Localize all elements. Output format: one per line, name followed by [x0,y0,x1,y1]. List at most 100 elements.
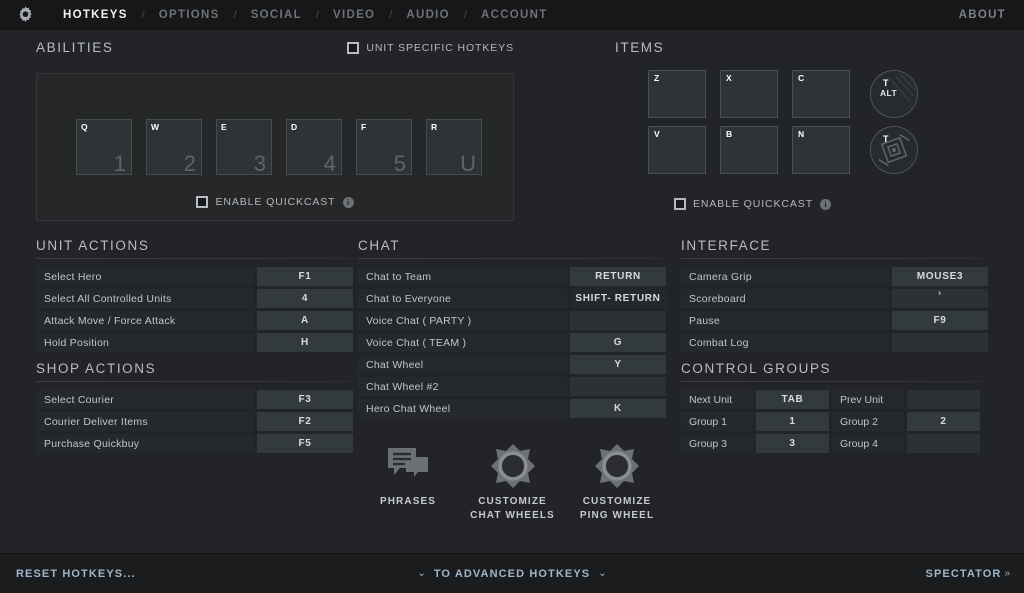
to-advanced-hotkeys-button[interactable]: ⌄ TO ADVANCED HOTKEYS ⌄ [417,568,606,580]
hotkey-key-button[interactable]: MOUSE3 [892,267,988,286]
hotkey-key-button[interactable]: SHIFT- RETURN [570,289,666,308]
chat-title: CHAT [358,238,666,253]
item-slot-key: V [654,129,660,139]
ability-slot[interactable]: R U [426,119,482,175]
ability-slot[interactable]: D 4 [286,119,342,175]
ability-slot[interactable]: E 3 [216,119,272,175]
ability-slot-key: W [151,122,159,132]
chevron-right-icon: » [1004,568,1010,579]
spectator-button[interactable]: SPECTATOR » [926,568,1010,580]
hotkey-action-label[interactable]: Purchase Quickbuy [36,434,254,453]
table-row: Select Courier F3 [36,390,353,409]
nav-item-account[interactable]: ACCOUNT [468,9,561,21]
nav-item-options[interactable]: OPTIONS [146,9,233,21]
bottom-bar: RESET HOTKEYS... ⌄ TO ADVANCED HOTKEYS ⌄… [0,553,1024,593]
hotkey-key-button[interactable]: TAB [756,390,829,409]
ability-slot[interactable]: W 2 [146,119,202,175]
about-link[interactable]: ABOUT [959,9,1010,21]
hotkey-key-button[interactable]: F9 [892,311,988,330]
hotkey-action-label[interactable]: Group 4 [832,434,904,453]
hotkey-action-label[interactable]: Voice Chat ( PARTY ) [358,311,567,330]
nav-item-video[interactable]: VIDEO [320,9,388,21]
hotkey-action-label[interactable]: Select Courier [36,390,254,409]
hotkey-key-button[interactable]: H [257,333,353,352]
hotkey-action-label[interactable]: Scoreboard [681,289,889,308]
item-slot[interactable]: Z [648,70,706,118]
hotkey-key-button[interactable]: K [570,399,666,418]
unit-specific-hotkeys-checkbox[interactable]: UNIT SPECIFIC HOTKEYS [347,42,514,54]
phrases-button[interactable]: PHRASES [360,443,456,522]
hotkey-action-label[interactable]: Hero Chat Wheel [358,399,567,418]
table-row: Select All Controlled Units 4 [36,289,353,308]
ability-slot-number: U [460,153,476,175]
hotkey-key-button[interactable]: 3 [756,434,829,453]
hotkey-action-label[interactable]: Attack Move / Force Attack [36,311,254,330]
hotkey-action-label[interactable]: Chat to Team [358,267,567,286]
item-slot[interactable]: X [720,70,778,118]
nav-item-audio[interactable]: AUDIO [393,9,463,21]
hotkey-key-button[interactable] [907,390,980,409]
tp-scroll-slot[interactable]: T [870,126,918,174]
abilities-enable-quickcast-checkbox[interactable]: ENABLE QUICKCAST i [196,196,353,208]
divider [681,258,988,259]
checkbox-box[interactable] [347,42,359,54]
alt-modifier-slot[interactable]: T ALT [870,70,918,118]
hotkey-action-label[interactable]: Chat Wheel [358,355,567,374]
info-icon[interactable]: i [343,197,354,208]
items-enable-quickcast-checkbox[interactable]: ENABLE QUICKCAST i [674,198,831,210]
hotkey-key-button[interactable]: F3 [257,390,353,409]
nav-item-social[interactable]: SOCIAL [238,9,315,21]
gear-icon[interactable] [14,4,36,26]
hotkey-action-label[interactable]: Select All Controlled Units [36,289,254,308]
hotkey-action-label[interactable]: Camera Grip [681,267,889,286]
table-row: Next Unit TAB Prev Unit [681,390,988,409]
hotkey-key-button[interactable]: 4 [257,289,353,308]
item-slot[interactable]: N [792,126,850,174]
reset-hotkeys-button[interactable]: RESET HOTKEYS... [16,568,136,580]
hotkey-action-label[interactable]: Hold Position [36,333,254,352]
hotkey-key-button[interactable] [892,333,988,352]
checkbox-box[interactable] [196,196,208,208]
hotkey-key-button[interactable] [907,434,980,453]
customize-chat-wheels-button[interactable]: CUSTOMIZECHAT WHEELS [465,443,561,522]
hotkey-action-label[interactable]: Voice Chat ( TEAM ) [358,333,567,352]
checkbox-box[interactable] [674,198,686,210]
abilities-quickcast-row: ENABLE QUICKCAST i [37,196,513,208]
table-row: Hold Position H [36,333,353,352]
hotkey-key-button[interactable]: G [570,333,666,352]
hotkey-key-button[interactable]: 2 [907,412,980,431]
hotkey-key-button[interactable]: A [257,311,353,330]
hotkey-key-button[interactable] [570,311,666,330]
control-groups-title: CONTROL GROUPS [681,361,988,376]
hotkey-key-button[interactable] [570,377,666,396]
hotkey-action-label[interactable]: Chat to Everyone [358,289,567,308]
hotkey-action-label[interactable]: Group 3 [681,434,753,453]
hotkey-action-label[interactable]: Group 1 [681,412,753,431]
ability-slot[interactable]: F 5 [356,119,412,175]
hotkeys-settings-screen: HOTKEYS / OPTIONS / SOCIAL / VIDEO / AUD… [0,0,1024,593]
hotkey-action-label[interactable]: Prev Unit [832,390,904,409]
hotkey-key-button[interactable]: RETURN [570,267,666,286]
hotkey-action-label[interactable]: Group 2 [832,412,904,431]
hotkey-key-button[interactable]: 1 [756,412,829,431]
customize-ping-wheel-button[interactable]: CUSTOMIZEPING WHEEL [569,443,665,522]
hotkey-action-label[interactable]: Next Unit [681,390,753,409]
hotkey-action-label[interactable]: Pause [681,311,889,330]
item-slot[interactable]: C [792,70,850,118]
hotkey-key-button[interactable]: ' [892,289,988,308]
hotkey-action-label[interactable]: Courier Deliver Items [36,412,254,431]
hotkey-key-button[interactable]: F5 [257,434,353,453]
hotkey-action-label[interactable]: Combat Log [681,333,889,352]
item-slot[interactable]: V [648,126,706,174]
customize-ping-wheel-label: CUSTOMIZEPING WHEEL [580,495,654,522]
item-slot[interactable]: B [720,126,778,174]
hotkey-key-button[interactable]: F1 [257,267,353,286]
nav-item-hotkeys[interactable]: HOTKEYS [50,9,141,21]
tp-slot-key: T [883,134,889,144]
hotkey-action-label[interactable]: Select Hero [36,267,254,286]
hotkey-action-label[interactable]: Chat Wheel #2 [358,377,567,396]
ability-slot[interactable]: Q 1 [76,119,132,175]
hotkey-key-button[interactable]: F2 [257,412,353,431]
hotkey-key-button[interactable]: Y [570,355,666,374]
info-icon[interactable]: i [820,199,831,210]
